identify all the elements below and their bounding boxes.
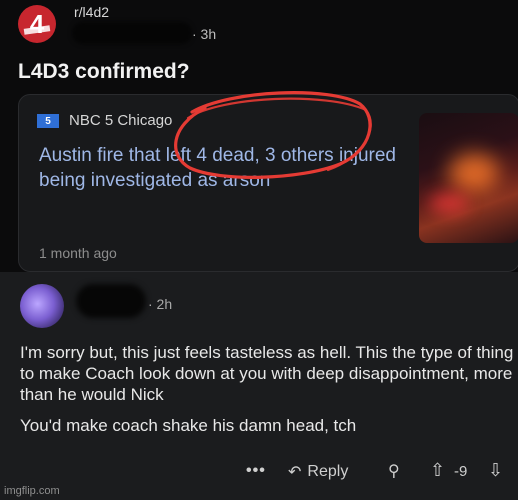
- post-time: · 3h: [192, 26, 217, 42]
- fire-glow-secondary: [429, 193, 469, 213]
- comment-time: · 2h: [148, 296, 173, 312]
- link-headline[interactable]: Austin fire that left 4 dead, 3 others i…: [39, 143, 399, 193]
- comment-body: I'm sorry but, this just feels tasteless…: [20, 342, 514, 446]
- subreddit-name[interactable]: r/l4d2: [74, 4, 109, 20]
- upvote-arrow-icon[interactable]: ⇧: [430, 460, 445, 481]
- reply-label: Reply: [307, 463, 349, 480]
- reply-button[interactable]: ↶ Reply: [288, 462, 348, 482]
- comment: · 2h I'm sorry but, this just feels tast…: [0, 272, 518, 500]
- reply-icon: ↶: [288, 464, 302, 481]
- source-name: NBC 5 Chicago: [69, 112, 173, 129]
- subreddit-avatar[interactable]: 4: [18, 5, 56, 43]
- post-title[interactable]: L4D3 confirmed?: [18, 60, 190, 84]
- more-options-button[interactable]: •••: [246, 462, 266, 480]
- link-age: 1 month ago: [39, 245, 117, 261]
- vote-score: -9: [454, 463, 468, 480]
- imgflip-watermark: imgflip.com: [4, 485, 60, 497]
- downvote-arrow-icon[interactable]: ⇩: [488, 460, 503, 481]
- link-thumbnail[interactable]: [419, 113, 518, 243]
- source-logo: 5: [37, 114, 59, 128]
- subreddit-avatar-label: 4: [29, 8, 45, 39]
- comment-paragraph-2: You'd make coach shake his damn head, tc…: [20, 416, 357, 435]
- link-preview-card[interactable]: 5 NBC 5 Chicago Austin fire that left 4 …: [18, 94, 518, 272]
- comment-paragraph-1: I'm sorry but, this just feels tasteless…: [20, 343, 514, 404]
- fire-glow: [449, 153, 499, 193]
- award-icon[interactable]: ⚲: [388, 461, 400, 481]
- post: 4 r/l4d2 · 3h L4D3 confirmed? 5 NBC 5 Ch…: [0, 0, 518, 272]
- comment-actions: ••• ↶ Reply ⚲ ⇧ -9 ⇩: [0, 460, 518, 492]
- redacted-username: [72, 22, 192, 44]
- redacted-commenter-name: [76, 284, 146, 318]
- commenter-avatar[interactable]: [20, 284, 64, 328]
